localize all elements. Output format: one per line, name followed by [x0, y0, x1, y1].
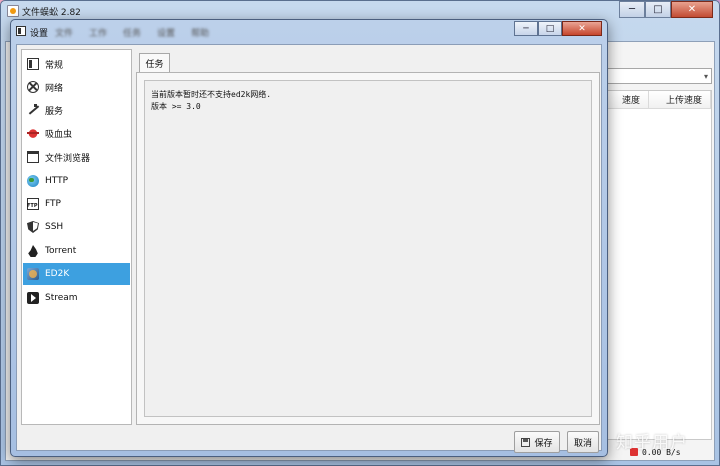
- column-header-speed[interactable]: 速度: [605, 91, 649, 109]
- dialog-close-button[interactable]: ✕: [562, 21, 602, 36]
- blurred-menu-item: 文件: [55, 29, 74, 39]
- main-minimize-button[interactable]: ─: [619, 1, 645, 18]
- unsupported-message: 当前版本暂时还不支持ed2k网络.: [151, 90, 272, 99]
- dialog-titlebar: 设置 文件 工作 任务 设置 帮助 ─ □ ✕: [11, 20, 607, 42]
- settings-window-icon: [16, 26, 26, 36]
- sidebar-item-torrent[interactable]: Torrent: [23, 240, 130, 262]
- main-maximize-button[interactable]: □: [645, 1, 671, 18]
- main-close-button[interactable]: ✕: [671, 1, 713, 18]
- dialog-maximize-button[interactable]: □: [538, 21, 562, 36]
- sidebar-item-general[interactable]: 常规: [23, 53, 130, 75]
- watermark-text: 知乎用户: [616, 433, 688, 453]
- play-icon: [27, 292, 39, 304]
- sidebar-item-network[interactable]: 网络: [23, 76, 130, 98]
- dialog-minimize-button[interactable]: ─: [514, 21, 538, 36]
- blurred-menu-item: 任务: [123, 29, 142, 39]
- dialog-title: 设置: [30, 29, 49, 39]
- main-titlebar: 文件蜈蚣 2.82 ─ □ ✕: [1, 1, 719, 21]
- save-button-label: 保存: [534, 438, 553, 449]
- vampire-icon: [27, 127, 39, 139]
- sidebar-item-ssh[interactable]: SSH: [23, 216, 130, 238]
- sidebar-item-http[interactable]: HTTP: [23, 170, 130, 192]
- sidebar-item-file-browser[interactable]: 文件浏览器: [23, 146, 130, 168]
- sidebar-item-label: 常规: [45, 60, 64, 71]
- sidebar-item-label: ED2K: [45, 269, 70, 279]
- dialog-client-area: 常规 网络 服务 吸血虫 文件浏览器 HTTP FTP FTP SSH Torr…: [16, 44, 602, 453]
- save-icon: [521, 437, 531, 447]
- sidebar-item-label: 文件浏览器: [45, 153, 91, 164]
- settings-dialog: 设置 文件 工作 任务 设置 帮助 ─ □ ✕ 常规 网络 服务 吸血虫 文件浏…: [10, 19, 608, 457]
- filter-combo[interactable]: ▾: [604, 68, 712, 84]
- sidebar-item-label: SSH: [45, 222, 64, 232]
- sidebar-item-stream[interactable]: Stream: [23, 287, 130, 309]
- ftp-icon: [27, 198, 39, 210]
- main-window-controls: ─ □ ✕: [619, 1, 713, 18]
- sidebar-item-label: Torrent: [45, 246, 77, 256]
- main-window-title: 文件蜈蚣 2.82: [22, 8, 81, 18]
- app-icon: [7, 5, 19, 17]
- column-header-upload-speed[interactable]: 上传速度: [649, 91, 711, 109]
- ed2k-icon: [27, 268, 39, 280]
- tab-panel: 当前版本暂时还不支持ed2k网络. 版本 >= 3.0: [136, 72, 600, 425]
- blurred-menu-item: 设置: [157, 29, 176, 39]
- blurred-menu-item: 帮助: [191, 29, 210, 39]
- shield-icon: [27, 221, 39, 233]
- general-icon: [27, 58, 39, 70]
- globe-icon: [27, 175, 39, 187]
- dialog-blurred-menu: 文件 工作 任务 设置 帮助: [55, 26, 209, 39]
- blurred-menu-item: 工作: [89, 29, 108, 39]
- sidebar-item-label: 服务: [45, 106, 64, 117]
- sidebar-item-label: FTP: [45, 199, 61, 209]
- network-icon: [27, 81, 39, 93]
- chevron-down-icon: ▾: [703, 72, 708, 81]
- sidebar-item-ftp[interactable]: FTP: [23, 193, 130, 215]
- settings-sidebar: 常规 网络 服务 吸血虫 文件浏览器 HTTP FTP FTP SSH Torr…: [21, 49, 132, 425]
- tab-tasks[interactable]: 任务: [139, 53, 170, 73]
- version-requirement: 版本 >= 3.0: [151, 102, 201, 111]
- folder-icon: [27, 151, 39, 163]
- task-table: 速度 上传速度: [604, 90, 712, 440]
- save-button[interactable]: 保存: [514, 431, 560, 453]
- sidebar-item-service[interactable]: 服务: [23, 99, 130, 121]
- sidebar-item-ed2k[interactable]: ED2K: [23, 263, 130, 285]
- sidebar-item-label: 吸血虫: [45, 129, 73, 140]
- sidebar-item-label: HTTP: [45, 176, 69, 186]
- dialog-controls: ─ □ ✕: [514, 21, 602, 36]
- message-panel: 当前版本暂时还不支持ed2k网络. 版本 >= 3.0: [144, 80, 592, 417]
- service-icon: [27, 104, 39, 116]
- flame-icon: [28, 245, 38, 257]
- sidebar-item-label: Stream: [45, 293, 78, 303]
- sidebar-item-label: 网络: [45, 83, 64, 94]
- sidebar-item-vampire[interactable]: 吸血虫: [23, 122, 130, 144]
- cancel-button[interactable]: 取消: [567, 431, 599, 453]
